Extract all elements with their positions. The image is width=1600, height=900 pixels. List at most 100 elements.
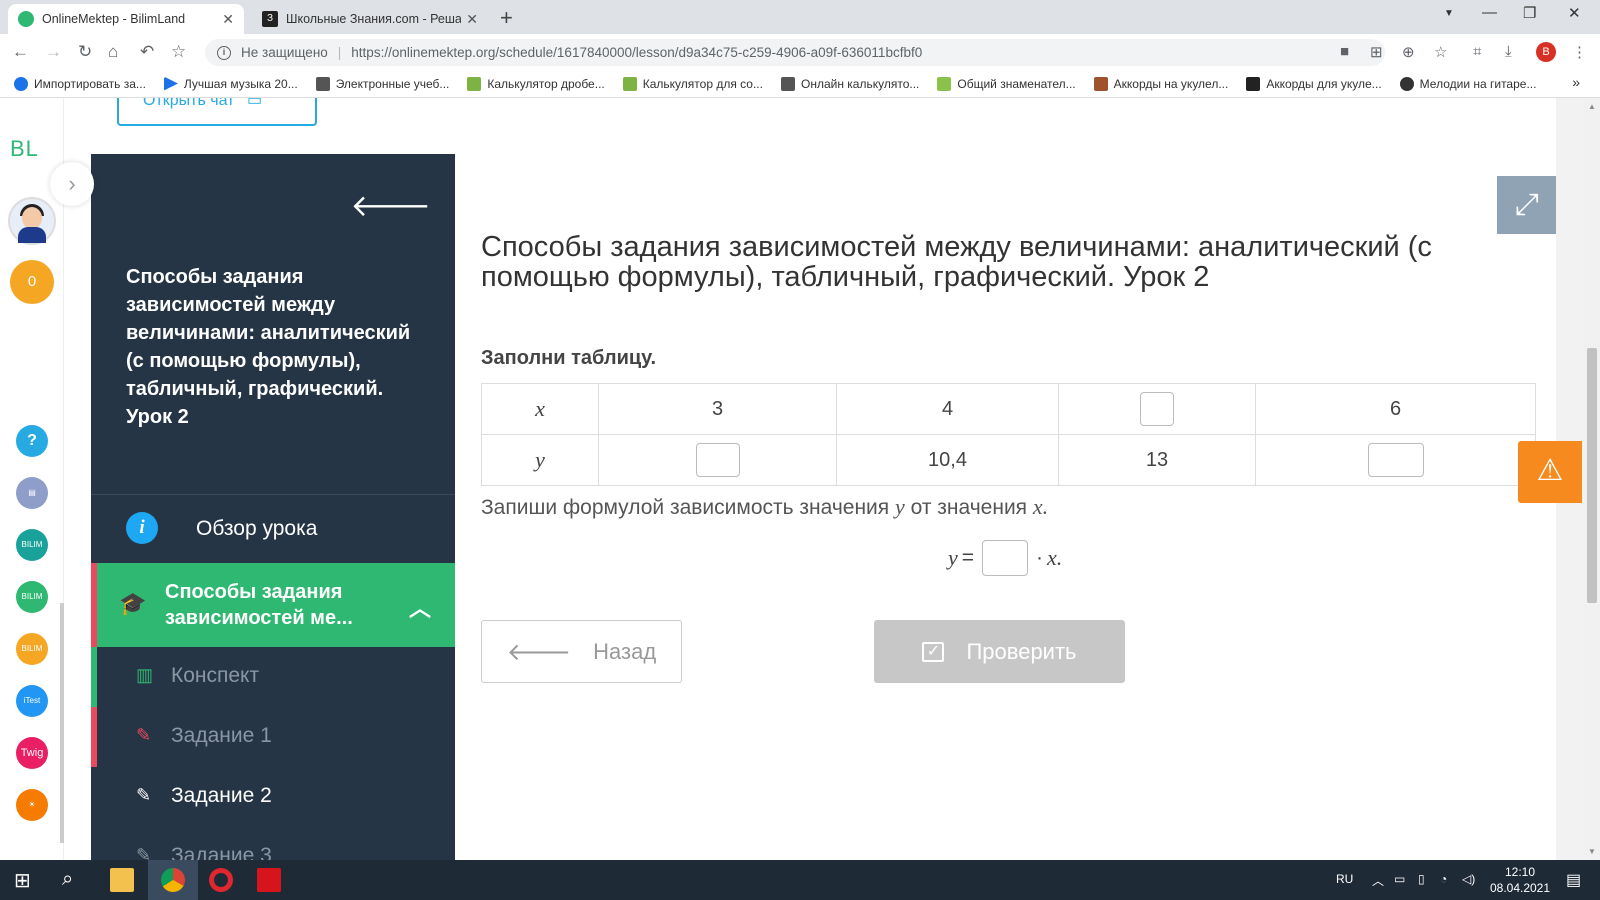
site-info-icon[interactable]: i <box>217 45 231 60</box>
bilim-land-icon[interactable]: BILIM <box>16 581 48 613</box>
itest-icon[interactable]: iTest <box>16 685 48 717</box>
bookmark-item[interactable]: Калькулятор для со... <box>622 76 763 91</box>
windows-start-icon[interactable]: ⊞ <box>14 868 38 892</box>
scroll-up-icon[interactable]: ▲ <box>1588 102 1596 111</box>
back-icon[interactable]: ← <box>12 42 29 62</box>
znania-favicon-icon: З <box>262 11 278 27</box>
sidebar-item-konspekt[interactable]: ▥ Конспект <box>91 647 455 707</box>
left-rail: BL 0 ? ▤ BILIM BILIM BILIM iTest Twig ☀ <box>0 98 64 860</box>
bookmark-item[interactable]: Общий знаменател... <box>937 76 1076 91</box>
bookmark-item[interactable]: Лучшая музыка 20... <box>163 76 298 91</box>
home-icon[interactable]: ⌂ <box>108 42 118 62</box>
star-icon[interactable]: ☆ <box>1434 43 1447 61</box>
tray-overflow-icon[interactable]: ︿ <box>1372 872 1384 889</box>
bookmark-item[interactable]: Электронные учеб... <box>315 76 449 91</box>
variable-y: y <box>895 494 905 519</box>
expand-rail-chevron-icon[interactable]: › <box>50 162 94 206</box>
table-cell: 13 <box>1058 434 1256 486</box>
sun-app-icon[interactable]: ☀ <box>16 789 48 821</box>
twig-icon[interactable]: Twig <box>16 737 48 769</box>
close-window-icon[interactable]: ✕ <box>1568 4 1581 22</box>
avatar[interactable] <box>8 197 56 245</box>
scroll-down-icon[interactable]: ▼ <box>1588 847 1596 856</box>
search-icon[interactable]: ⌕ <box>62 868 86 892</box>
news-icon[interactable]: ▤ <box>16 477 48 509</box>
bookmark-item[interactable]: Калькулятор дробе... <box>467 76 605 91</box>
url-text[interactable]: https://onlinemektep.org/schedule/161784… <box>351 45 922 60</box>
sidebar-item-task-3[interactable]: ✎ Задание 3 <box>91 827 455 860</box>
undo-icon[interactable]: ↶ <box>140 42 154 62</box>
report-warning-icon[interactable]: ⚠ <box>1518 441 1582 503</box>
download-icon[interactable]: ⤓ <box>1505 43 1512 60</box>
bookmark-item[interactable]: Аккорды на укулел... <box>1093 76 1228 91</box>
tab-znania[interactable]: З Школьные Знания.com - Решае ✕ <box>252 4 488 34</box>
answer-input-x3[interactable] <box>1140 392 1174 426</box>
sidebar-item-task-2[interactable]: ✎ Задание 2 <box>91 767 455 827</box>
opera-icon[interactable] <box>209 868 233 892</box>
table-cell: 4 <box>836 383 1059 435</box>
coefficient-input[interactable] <box>982 540 1029 576</box>
input-language[interactable]: RU <box>1336 872 1353 886</box>
rail-scrollbar[interactable] <box>60 603 64 843</box>
back-button[interactable]: 🡐 Назад <box>481 620 682 683</box>
camera-icon[interactable]: ■ <box>1340 43 1349 60</box>
bookmark-label: Калькулятор дробе... <box>487 76 605 91</box>
sidebar-item-overview[interactable]: i Обзор урока <box>91 495 455 563</box>
check-button[interactable]: ✓ Проверить <box>874 620 1125 683</box>
sidebar-lesson-title: Способы задания зависимостей между велич… <box>126 266 411 428</box>
chat-button-label: Открыть чат <box>143 98 235 109</box>
answer-input-y1[interactable] <box>695 443 740 477</box>
translate-icon[interactable]: ⊞ <box>1370 43 1383 61</box>
notifications-icon[interactable]: ▤ <box>1566 870 1581 890</box>
back-arrow-icon[interactable]: 🡐 <box>351 188 431 224</box>
tab-onlinemektep[interactable]: OnlineMektep - BilimLand ✕ <box>8 4 244 34</box>
crop-icon[interactable]: ⌗ <box>1473 43 1481 60</box>
zoom-icon[interactable]: ⊕ <box>1402 43 1415 61</box>
variable-y: y <box>535 447 545 472</box>
system-clock[interactable]: 12:10 08.04.2021 <box>1485 864 1555 896</box>
wifi-icon[interactable]: ◔ <box>1440 872 1447 886</box>
chrome-icon[interactable] <box>161 868 185 892</box>
forward-icon[interactable]: → <box>45 42 62 62</box>
omnibox[interactable]: i Не защищено | https://onlinemektep.org… <box>205 39 1385 66</box>
reload-icon[interactable]: ↻ <box>78 42 92 62</box>
new-tab-icon[interactable]: + <box>500 5 513 31</box>
sidebar-item-active-section[interactable]: 🎓 Способы задания зависимостей ме... ︿ <box>91 563 455 647</box>
restore-icon[interactable]: ❐ <box>1523 4 1536 22</box>
page-scrollbar[interactable]: ▲ ▼ <box>1584 98 1600 860</box>
music-note-icon <box>1246 76 1261 91</box>
pdf-reader-icon[interactable] <box>257 868 281 892</box>
help-icon[interactable]: ? <box>16 425 48 457</box>
volume-icon[interactable]: ◁) <box>1462 872 1475 886</box>
bookmark-item[interactable]: Импортировать за... <box>14 76 146 91</box>
chevron-up-icon[interactable]: ︿ <box>409 591 431 623</box>
minimize-icon[interactable]: — <box>1482 4 1497 21</box>
tab-search-icon[interactable]: ▼ <box>1444 8 1454 19</box>
calculator-icon <box>467 76 482 91</box>
bookmark-item[interactable]: Аккорды для укуле... <box>1246 76 1382 91</box>
sidebar-item-task-1[interactable]: ✎ Задание 1 <box>91 707 455 767</box>
bilim-center-icon[interactable]: BILIM <box>16 529 48 561</box>
bookmarks-overflow-icon[interactable]: » <box>1572 74 1580 90</box>
bookmark-item[interactable]: Мелодии на гитаре... <box>1399 76 1536 91</box>
formula-question: Запиши формулой зависимость значения y о… <box>481 494 1048 520</box>
bookmark-item[interactable]: Онлайн калькулято... <box>780 76 919 91</box>
file-explorer-icon[interactable] <box>110 868 134 892</box>
tab-title: OnlineMektep - BilimLand <box>42 12 186 26</box>
profile-avatar[interactable]: В <box>1536 42 1556 62</box>
network-icon[interactable]: ▭ <box>1394 872 1405 886</box>
close-tab-icon[interactable]: ✕ <box>222 11 234 28</box>
task-instruction: Заполни таблицу. <box>481 347 657 369</box>
answer-input-y4[interactable] <box>1367 443 1424 477</box>
close-tab-icon[interactable]: ✕ <box>466 11 478 28</box>
menu-dots-icon[interactable]: ⋮ <box>1572 43 1587 61</box>
book-open-icon: ▥ <box>136 665 154 685</box>
bookmark-star-icon[interactable]: ☆ <box>171 42 186 62</box>
open-chat-button[interactable]: Открыть чат ▭ <box>117 98 317 126</box>
scrollbar-thumb[interactable] <box>1587 348 1597 603</box>
battery-icon[interactable]: ▯ <box>1418 872 1425 886</box>
coins-badge[interactable]: 0 <box>10 260 54 304</box>
fullscreen-icon[interactable]: ⤢ <box>1497 176 1557 234</box>
bilim-shop-icon[interactable]: BILIM <box>16 633 48 665</box>
arrow-left-icon: 🡐 <box>506 638 572 666</box>
